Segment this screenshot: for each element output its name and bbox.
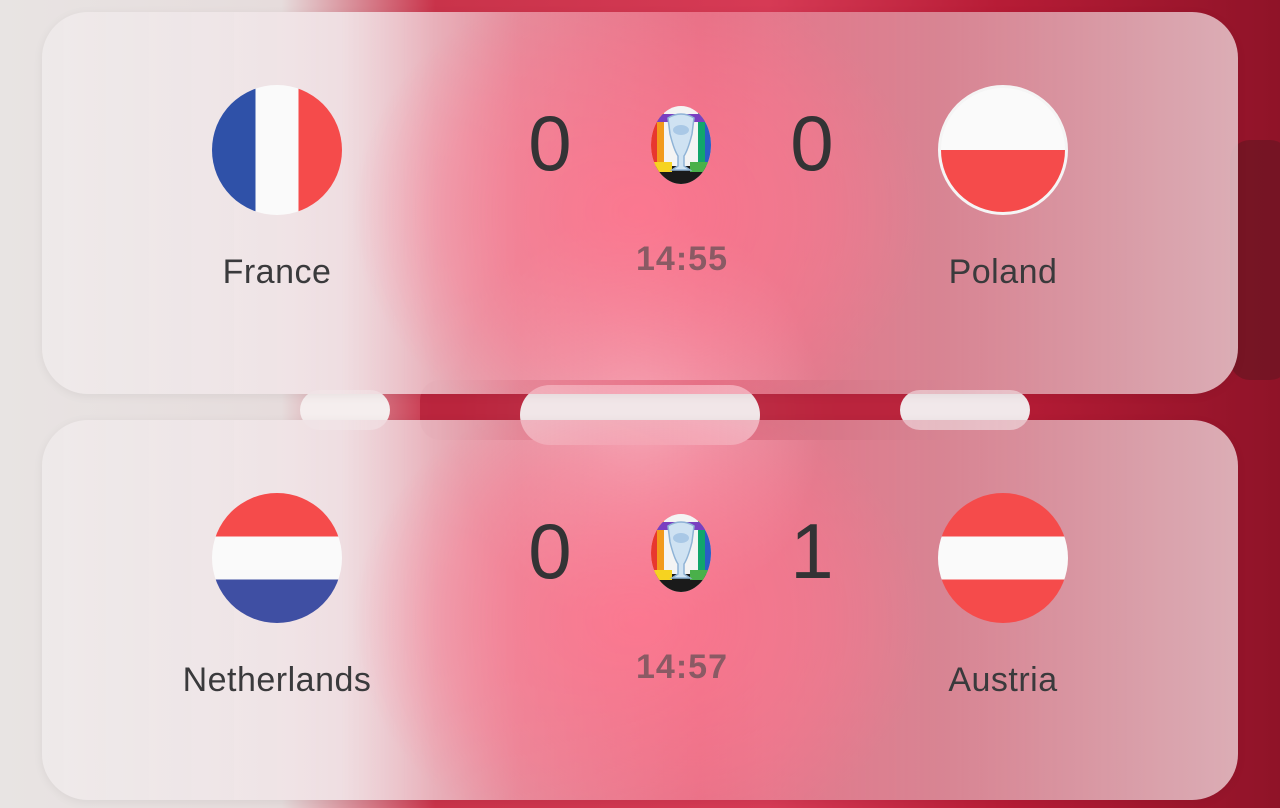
- austria-flag-icon: [938, 493, 1068, 623]
- away-team: Austria: [863, 420, 1143, 700]
- home-team: Netherlands: [137, 420, 417, 700]
- match-widget-netherlands-austria[interactable]: Netherlands 0 1 Austria 14:57: [42, 420, 1238, 800]
- france-flag-icon: [212, 85, 342, 215]
- home-score: 0: [528, 99, 572, 187]
- match-time: 14:57: [636, 648, 728, 686]
- euro-trophy-icon: [651, 514, 711, 592]
- match-time: 14:55: [636, 240, 728, 278]
- poland-flag-icon: [938, 85, 1068, 215]
- away-team-name: Poland: [948, 253, 1058, 291]
- home-team-name: Netherlands: [182, 661, 372, 699]
- netherlands-flag-icon: [212, 493, 342, 623]
- away-team: Poland: [863, 12, 1143, 292]
- match-widget-france-poland[interactable]: France 0 0 Poland 14:55: [42, 12, 1238, 394]
- away-score: 0: [790, 99, 834, 187]
- home-team: France: [137, 12, 417, 292]
- home-team-name: France: [222, 253, 332, 291]
- away-team-name: Austria: [948, 661, 1058, 699]
- home-score: 0: [528, 507, 572, 595]
- away-score: 1: [790, 507, 834, 595]
- euro-trophy-icon: [651, 106, 711, 184]
